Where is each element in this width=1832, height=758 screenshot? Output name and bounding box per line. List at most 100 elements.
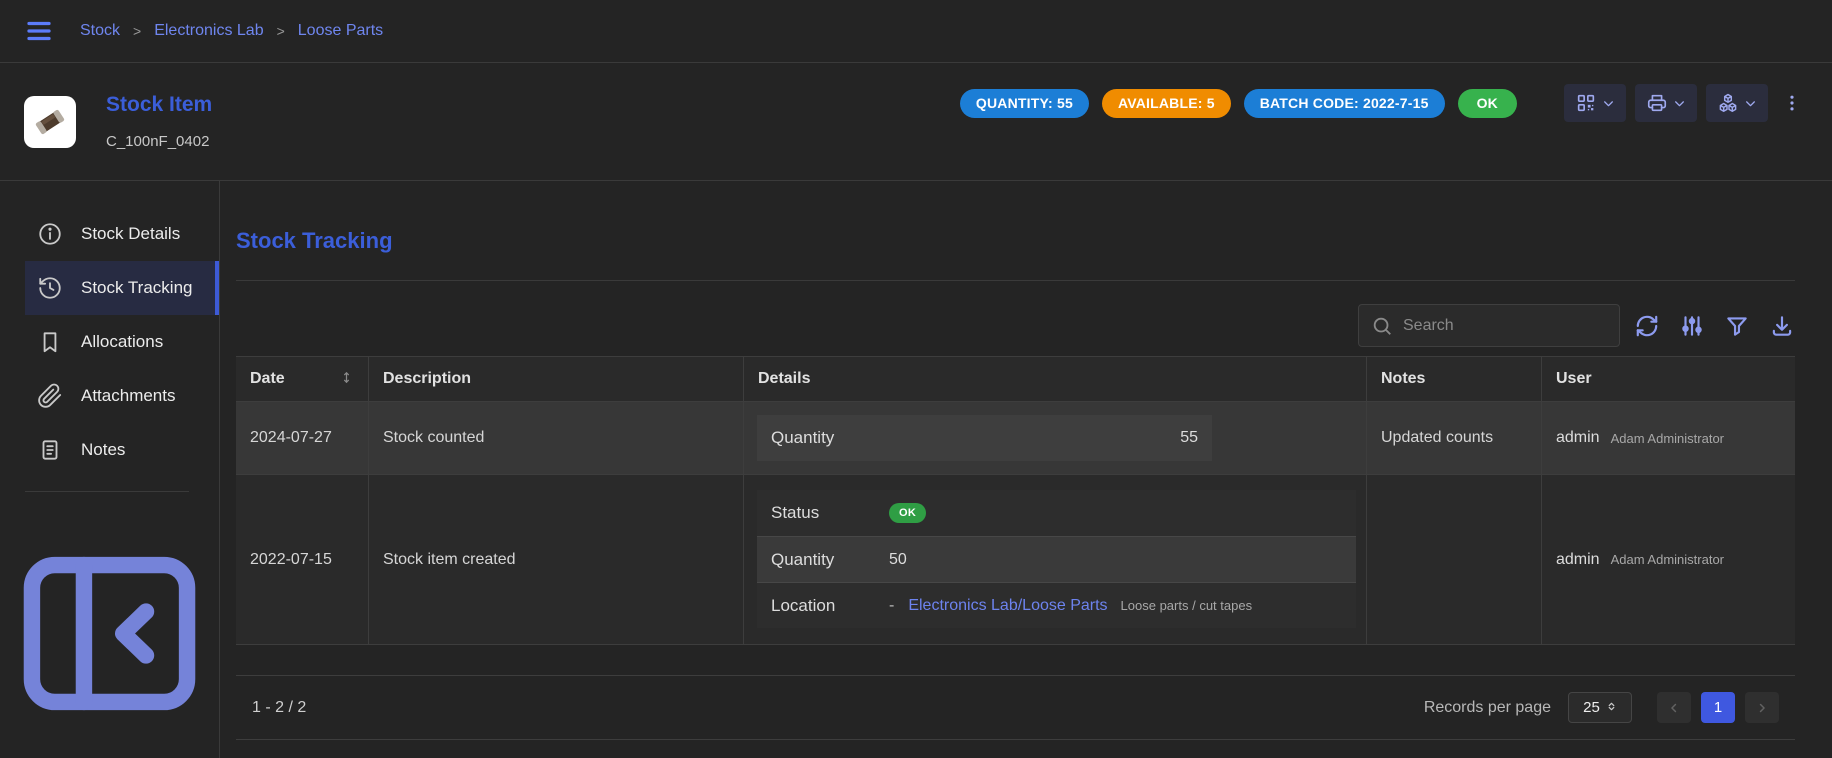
sidebar-divider [25,491,189,492]
page-1-button[interactable]: 1 [1701,692,1735,723]
column-header-details: Details [743,357,1366,401]
chevron-down-icon [1673,97,1686,110]
details-cell: Status OK Quantity 50 Location - Electro… [743,475,1366,644]
table-row: 2024-07-27 Stock counted Quantity 55 Upd… [236,402,1795,474]
sidebar-item-label: Allocations [81,332,163,352]
table-footer: 1 - 2 / 2 Records per page 25 1 [236,675,1795,740]
records-per-page-label: Records per page [1424,699,1551,717]
search-box [1358,304,1620,347]
dots-vertical-icon [1782,91,1802,115]
chevron-right-icon [1755,701,1769,715]
section-title: Stock Tracking [236,228,1795,254]
batch-code-badge: BATCH CODE: 2022-7-15 [1244,89,1445,118]
date-cell: 2024-07-27 [236,402,368,474]
detail-row-status: Status OK [757,490,1356,536]
download-icon[interactable] [1769,313,1795,339]
column-header-description: Description [368,357,743,401]
info-circle-icon [37,221,63,247]
paperclip-icon [37,383,63,409]
sidebar-item-attachments[interactable]: Attachments [25,369,219,423]
refresh-icon[interactable] [1634,313,1660,339]
breadcrumb-link-electronics-lab[interactable]: Electronics Lab [154,22,263,40]
column-header-user: User [1541,357,1794,401]
section-divider [236,280,1795,281]
sort-icon [339,370,354,388]
chevron-down-icon [1602,97,1615,110]
username: admin [1556,429,1600,447]
page-title: Stock Item [106,93,212,117]
page-header: Stock Item C_100nF_0402 QUANTITY: 55 AVA… [0,63,1832,181]
user-fullname: Adam Administrator [1611,552,1724,567]
capacitor-image [31,103,69,141]
chevron-left-icon [1667,701,1681,715]
username: admin [1556,551,1600,569]
breadcrumb: Stock > Electronics Lab > Loose Parts [80,22,383,40]
header-actions [1564,84,1768,122]
chevron-down-icon [1744,97,1757,110]
quantity-badge: QUANTITY: 55 [960,89,1089,118]
bookmark-icon [37,329,63,355]
breadcrumb-separator: > [277,23,285,39]
search-icon [1371,315,1393,337]
column-header-notes: Notes [1366,357,1541,401]
print-actions-button[interactable] [1635,84,1697,122]
sidebar-item-stock-tracking[interactable]: Stock Tracking [25,261,219,315]
location-link[interactable]: Electronics Lab/Loose Parts [908,597,1107,615]
notes-cell: Updated counts [1366,402,1541,474]
stock-actions-button[interactable] [1706,84,1768,122]
page-subtitle: C_100nF_0402 [106,133,212,150]
more-options-button[interactable] [1782,90,1802,116]
user-fullname: Adam Administrator [1611,431,1724,446]
notes-cell [1366,475,1541,644]
table-toolbar [236,304,1795,347]
quantity-value: 50 [889,551,907,569]
sidebar-item-label: Attachments [81,386,176,406]
detail-row-location: Location - Electronics Lab/Loose Parts L… [757,582,1356,628]
sidebar-item-notes[interactable]: Notes [25,423,219,477]
available-badge: AVAILABLE: 5 [1102,89,1231,118]
detail-row-quantity: Quantity 50 [757,536,1356,582]
table-row: 2022-07-15 Stock item created Status OK … [236,474,1795,644]
select-chevrons-icon [1606,701,1617,715]
description-cell: Stock counted [368,402,743,474]
details-cell: Quantity 55 [743,402,1366,474]
pagination: 1 [1657,692,1779,723]
page-size-select[interactable]: 25 [1568,692,1632,723]
breadcrumb-link-loose-parts[interactable]: Loose Parts [298,22,383,40]
stock-cubes-icon [1717,92,1739,114]
filter-icon[interactable] [1724,313,1750,339]
qr-code-icon [1575,92,1597,114]
top-bar: Stock > Electronics Lab > Loose Parts [0,0,1832,63]
location-description: Loose parts / cut tapes [1121,598,1253,613]
status-ok-badge: OK [1458,89,1517,118]
previous-page-button[interactable] [1657,692,1691,723]
hamburger-menu-icon[interactable] [24,16,54,46]
breadcrumb-separator: > [133,23,141,39]
column-header-date[interactable]: Date [236,357,368,401]
search-input[interactable] [1403,317,1607,335]
barcode-actions-button[interactable] [1564,84,1626,122]
detail-row-quantity: Quantity 55 [757,415,1212,461]
date-cell: 2022-07-15 [236,475,368,644]
adjustments-icon[interactable] [1679,313,1705,339]
history-icon [37,275,63,301]
user-cell: admin Adam Administrator [1541,475,1794,644]
breadcrumb-link-stock[interactable]: Stock [80,22,120,40]
description-cell: Stock item created [368,475,743,644]
status-badges: QUANTITY: 55 AVAILABLE: 5 BATCH CODE: 20… [960,89,1517,118]
part-thumbnail[interactable] [24,96,76,148]
sidebar-item-label: Stock Details [81,224,180,244]
next-page-button[interactable] [1745,692,1779,723]
sidebar-item-label: Stock Tracking [81,278,193,298]
table-header-row: Date Description Details Notes User [236,357,1795,402]
sidebar-collapse-button[interactable] [0,524,219,743]
quantity-value: 55 [1180,429,1198,447]
record-range: 1 - 2 / 2 [252,699,306,717]
sidebar-item-allocations[interactable]: Allocations [25,315,219,369]
sidebar-collapse-icon [0,524,219,743]
note-icon [37,437,63,463]
sidebar-item-stock-details[interactable]: Stock Details [25,207,219,261]
status-ok-pill: OK [889,503,926,523]
main-panel: Stock Tracking [220,181,1832,758]
printer-icon [1646,92,1668,114]
